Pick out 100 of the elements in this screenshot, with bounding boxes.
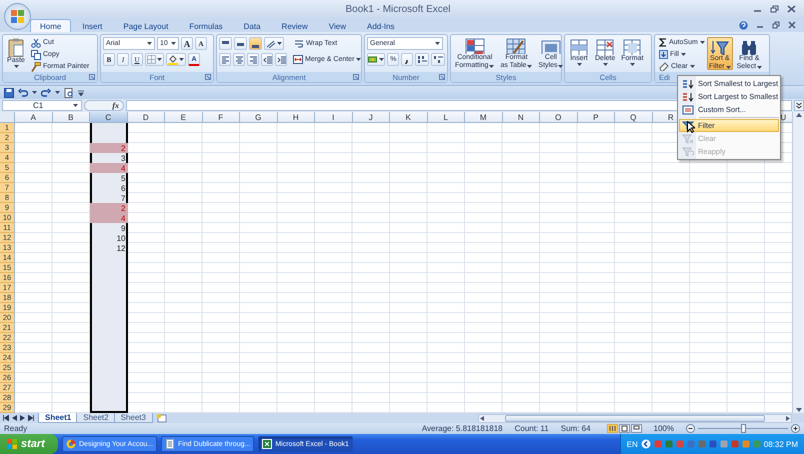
sort-descending-icon[interactable] — [682, 92, 694, 102]
horizontal-scrollbar[interactable] — [478, 414, 792, 422]
redo-icon[interactable] — [41, 88, 51, 98]
column-header[interactable]: I — [315, 112, 352, 123]
column-header[interactable]: D — [128, 112, 165, 123]
column-header[interactable]: P — [578, 112, 615, 123]
column-header[interactable]: J — [352, 112, 390, 123]
expand-formula-bar-icon[interactable] — [794, 100, 804, 111]
ribbon-tab[interactable]: Data — [234, 19, 271, 32]
dialog-launcher-icon[interactable] — [89, 74, 95, 80]
slider-thumb[interactable] — [741, 424, 746, 433]
new-sheet-icon[interactable] — [156, 414, 168, 422]
ribbon-tab[interactable]: Formulas — [179, 19, 233, 32]
sheet-tab[interactable]: Sheet3 — [114, 413, 153, 423]
increase-decimal-button[interactable] — [415, 53, 430, 66]
increase-indent-button[interactable] — [275, 53, 287, 66]
ribbon-tab[interactable]: View — [318, 19, 356, 32]
caret-icon[interactable] — [379, 58, 384, 61]
delete-rows-icon[interactable] — [595, 38, 616, 55]
ribbon-tab[interactable]: Review — [272, 19, 318, 32]
currency-button[interactable] — [367, 53, 386, 66]
caret-icon[interactable] — [157, 58, 162, 61]
column-header[interactable]: G — [240, 112, 278, 123]
last-sheet-icon[interactable] — [28, 415, 34, 421]
zoom-out-icon[interactable] — [686, 424, 695, 433]
ribbon-tab[interactable]: Home — [30, 19, 72, 32]
align-button[interactable] — [219, 53, 231, 66]
vertical-scrollbar[interactable] — [792, 112, 804, 413]
column-header[interactable]: Q — [615, 112, 652, 123]
column-header[interactable]: C — [90, 112, 128, 123]
help-icon[interactable] — [739, 20, 748, 30]
sheet-tab[interactable]: Sheet2 — [76, 413, 116, 423]
caret-icon[interactable] — [356, 58, 362, 61]
caret-icon[interactable] — [179, 58, 184, 61]
zoom-level[interactable]: 100% — [654, 424, 674, 433]
caret-icon[interactable] — [757, 66, 762, 68]
align-button[interactable] — [247, 53, 259, 66]
save-icon[interactable] — [4, 88, 14, 98]
caret-icon[interactable] — [55, 91, 60, 94]
caret-icon[interactable] — [32, 91, 37, 94]
table-brush-icon[interactable] — [506, 38, 526, 54]
sort-ascending-icon[interactable] — [682, 78, 694, 88]
caret-icon[interactable] — [690, 65, 695, 68]
caret-icon[interactable] — [171, 42, 176, 45]
ribbon-tab[interactable]: Add-Ins — [356, 19, 405, 32]
align-button[interactable] — [234, 37, 247, 50]
ribbon-tab[interactable]: Insert — [72, 19, 112, 32]
first-sheet-icon[interactable] — [3, 415, 9, 421]
orientation-button[interactable] — [264, 37, 284, 50]
colored-grid-icon[interactable] — [464, 38, 485, 54]
column-header[interactable]: B — [52, 112, 90, 123]
previous-sheet-icon[interactable] — [12, 415, 17, 421]
chevron-icon[interactable] — [640, 439, 651, 449]
dialog-launcher-icon[interactable] — [205, 74, 211, 80]
column-header[interactable]: H — [278, 112, 315, 123]
restore-icon[interactable] — [770, 5, 780, 13]
cell-style-icon[interactable] — [540, 38, 561, 54]
scroll-right-icon[interactable] — [785, 414, 791, 422]
insert-rows-icon[interactable] — [569, 38, 589, 55]
zoom-in-icon[interactable] — [791, 424, 800, 433]
caret-icon[interactable] — [527, 64, 532, 68]
align-button[interactable] — [219, 37, 232, 50]
caret-icon[interactable] — [700, 41, 705, 44]
caret-icon[interactable] — [680, 53, 686, 56]
name-box[interactable]: C1 — [2, 100, 82, 111]
customize-toolbar-icon[interactable] — [78, 90, 84, 96]
caret-icon[interactable] — [277, 42, 282, 45]
column-header[interactable]: L — [428, 112, 465, 123]
print-preview-icon[interactable] — [64, 88, 74, 98]
ribbon-tab[interactable]: Page Layout — [113, 19, 178, 32]
page-layout-icon[interactable] — [618, 424, 630, 433]
caret-icon[interactable] — [602, 63, 608, 66]
decrease-indent-button[interactable] — [261, 53, 273, 66]
caret-icon[interactable] — [630, 63, 635, 66]
grow-font-button[interactable]: A — [181, 37, 193, 50]
fill-color-button[interactable] — [166, 53, 186, 66]
close-icon[interactable] — [788, 21, 796, 29]
column-header[interactable]: M — [465, 112, 502, 123]
undo-icon[interactable] — [18, 88, 28, 98]
next-sheet-icon[interactable] — [20, 415, 25, 421]
dialog-launcher-icon[interactable] — [439, 74, 445, 80]
column-header[interactable]: O — [540, 112, 578, 123]
dialog-launcher-icon[interactable] — [353, 74, 359, 80]
format-cells-icon[interactable] — [622, 38, 642, 55]
page-break-icon[interactable] — [630, 424, 642, 433]
custom-sort-icon[interactable] — [682, 104, 694, 114]
caret-icon[interactable] — [435, 42, 440, 45]
decrease-decimal-button[interactable] — [431, 53, 445, 66]
column-header[interactable]: K — [390, 112, 428, 123]
sheet-tab[interactable]: Sheet1 — [38, 413, 78, 423]
align-button[interactable] — [249, 37, 262, 50]
column-header[interactable]: N — [502, 112, 540, 123]
close-icon[interactable] — [787, 5, 796, 13]
caret-icon[interactable] — [726, 66, 731, 68]
caret-icon[interactable] — [14, 65, 18, 68]
borders-button[interactable] — [145, 53, 164, 66]
normal-view-icon[interactable] — [606, 424, 618, 433]
restore-icon[interactable] — [772, 21, 780, 29]
scroll-left-icon[interactable] — [479, 414, 485, 422]
caret-icon[interactable] — [558, 64, 564, 68]
